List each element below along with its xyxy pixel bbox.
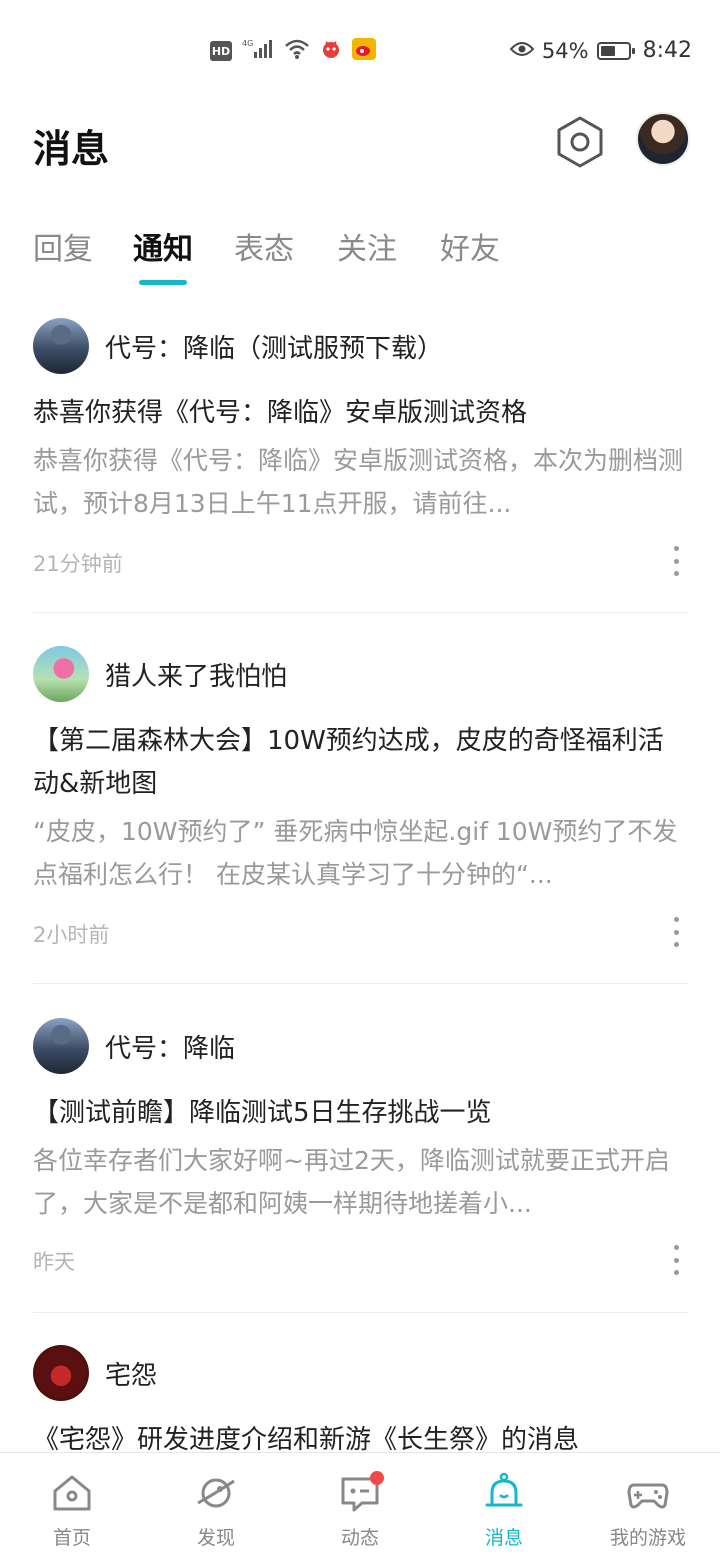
nav-label: 首页 (52, 1527, 91, 1549)
card-time: 21分钟前 (33, 552, 123, 576)
more-options-button[interactable] (666, 1245, 686, 1275)
page-header: 消息 (0, 100, 720, 190)
list-item[interactable]: 宅怨 《宅怨》研发进度介绍和新游《长生祭》的消息 (0, 1337, 720, 1457)
home-icon (53, 1475, 91, 1511)
battery-percent: 54% (541, 38, 589, 63)
weibo-icon (352, 38, 376, 64)
notification-dot (370, 1471, 384, 1485)
4g-signal-icon: 4G (242, 38, 274, 64)
card-summary: “皮皮，10W预约了” 垂死病中惊坐起.gif 10W预约了不发点福利怎么行！ … (33, 817, 678, 889)
planet-icon (197, 1478, 235, 1508)
divider (33, 1312, 688, 1313)
nav-my-games[interactable]: 我的游戏 (576, 1453, 720, 1561)
tab-follow[interactable]: 关注 (337, 224, 397, 268)
card-title: 【测试前瞻】降临测试5日生存挑战一览 (33, 1098, 492, 1128)
dot (673, 1245, 679, 1250)
battery-icon (596, 41, 635, 60)
author-name[interactable]: 代号：降临 (105, 1028, 235, 1065)
list-item[interactable]: 代号：降临 【测试前瞻】降临测试5日生存挑战一览 各位幸存者们大家好啊~再过2天… (0, 1010, 720, 1313)
message-tabs: 回复 通知 表态 关注 好友 (0, 220, 720, 290)
nav-discover[interactable]: 发现 (144, 1453, 288, 1561)
card-header: 猎人来了我怕怕 (33, 646, 287, 702)
bell-icon (485, 1472, 523, 1507)
author-name[interactable]: 猎人来了我怕怕 (105, 656, 287, 693)
nav-label: 发现 (196, 1527, 235, 1549)
more-options-button[interactable] (666, 546, 686, 576)
nav-label: 我的游戏 (609, 1527, 686, 1549)
dot (673, 1270, 679, 1275)
more-options-button[interactable] (666, 917, 686, 947)
tab-reply[interactable]: 回复 (33, 224, 93, 268)
nav-label: 动态 (340, 1527, 379, 1549)
author-name[interactable]: 宅怨 (105, 1355, 157, 1392)
svg-text:4G: 4G (242, 39, 253, 48)
dot (673, 917, 679, 922)
page-title: 消息 (33, 127, 110, 171)
app-notification-icon (320, 38, 342, 64)
tab-reaction[interactable]: 表态 (234, 224, 294, 268)
card-header: 代号：降临 (33, 1018, 235, 1074)
clock: 8:42 (642, 38, 692, 63)
dot (673, 942, 679, 947)
status-icons-center: HD 4G (210, 38, 376, 64)
card-title: 恭喜你获得《代号：降临》安卓版测试资格 (33, 398, 528, 428)
nav-messages[interactable]: 消息 (432, 1453, 576, 1561)
list-item[interactable]: 代号：降临（测试服预下载） 恭喜你获得《代号：降临》安卓版测试资格 恭喜你获得《… (0, 310, 720, 614)
card-summary: 恭喜你获得《代号：降临》安卓版测试资格，本次为删档测试，预计8月13日上午11点… (33, 446, 684, 518)
gamepad-icon (627, 1483, 669, 1509)
tab-notification[interactable]: 通知 (133, 224, 193, 268)
dot (673, 546, 679, 551)
card-time: 2小时前 (33, 923, 110, 947)
card-time: 昨天 (33, 1250, 75, 1274)
eye-icon (509, 39, 535, 63)
dot (673, 558, 679, 564)
card-header: 宅怨 (33, 1345, 157, 1401)
nav-activity[interactable]: 动态 (288, 1453, 432, 1561)
active-tab-indicator (139, 280, 187, 285)
card-title: 【第二届森林大会】10W预约达成，皮皮的奇怪福利活动&新地图 (33, 726, 664, 799)
settings-button[interactable] (555, 115, 605, 169)
author-avatar[interactable] (33, 646, 89, 702)
battery-level (600, 45, 615, 56)
card-header: 代号：降临（测试服预下载） (33, 318, 443, 374)
status-bar: HD 4G 54% 8:42 (0, 0, 720, 100)
author-avatar[interactable] (33, 1018, 89, 1074)
dot (673, 929, 679, 935)
author-avatar[interactable] (33, 318, 89, 374)
hexagon-settings-icon (557, 116, 603, 168)
wifi-icon (284, 38, 310, 64)
user-avatar[interactable] (636, 112, 690, 166)
dot (673, 571, 679, 576)
dot (673, 1257, 679, 1263)
author-avatar[interactable] (33, 1345, 89, 1401)
author-name[interactable]: 代号：降临（测试服预下载） (105, 328, 443, 365)
status-icons-right: 54% 8:42 (509, 38, 692, 63)
hd-icon: HD (210, 41, 232, 61)
tab-friends[interactable]: 好友 (440, 224, 500, 268)
nav-label: 消息 (484, 1527, 523, 1549)
list-item[interactable]: 猎人来了我怕怕 【第二届森林大会】10W预约达成，皮皮的奇怪福利活动&新地图 “… (0, 638, 720, 984)
card-summary: 各位幸存者们大家好啊~再过2天，降临测试就要正式开启了，大家是不是都和阿姨一样期… (33, 1146, 670, 1218)
bottom-navigation: 首页 发现 动态 消息 我的游戏 (0, 1452, 720, 1561)
nav-home[interactable]: 首页 (0, 1453, 144, 1561)
divider (33, 983, 688, 984)
divider (33, 612, 688, 613)
